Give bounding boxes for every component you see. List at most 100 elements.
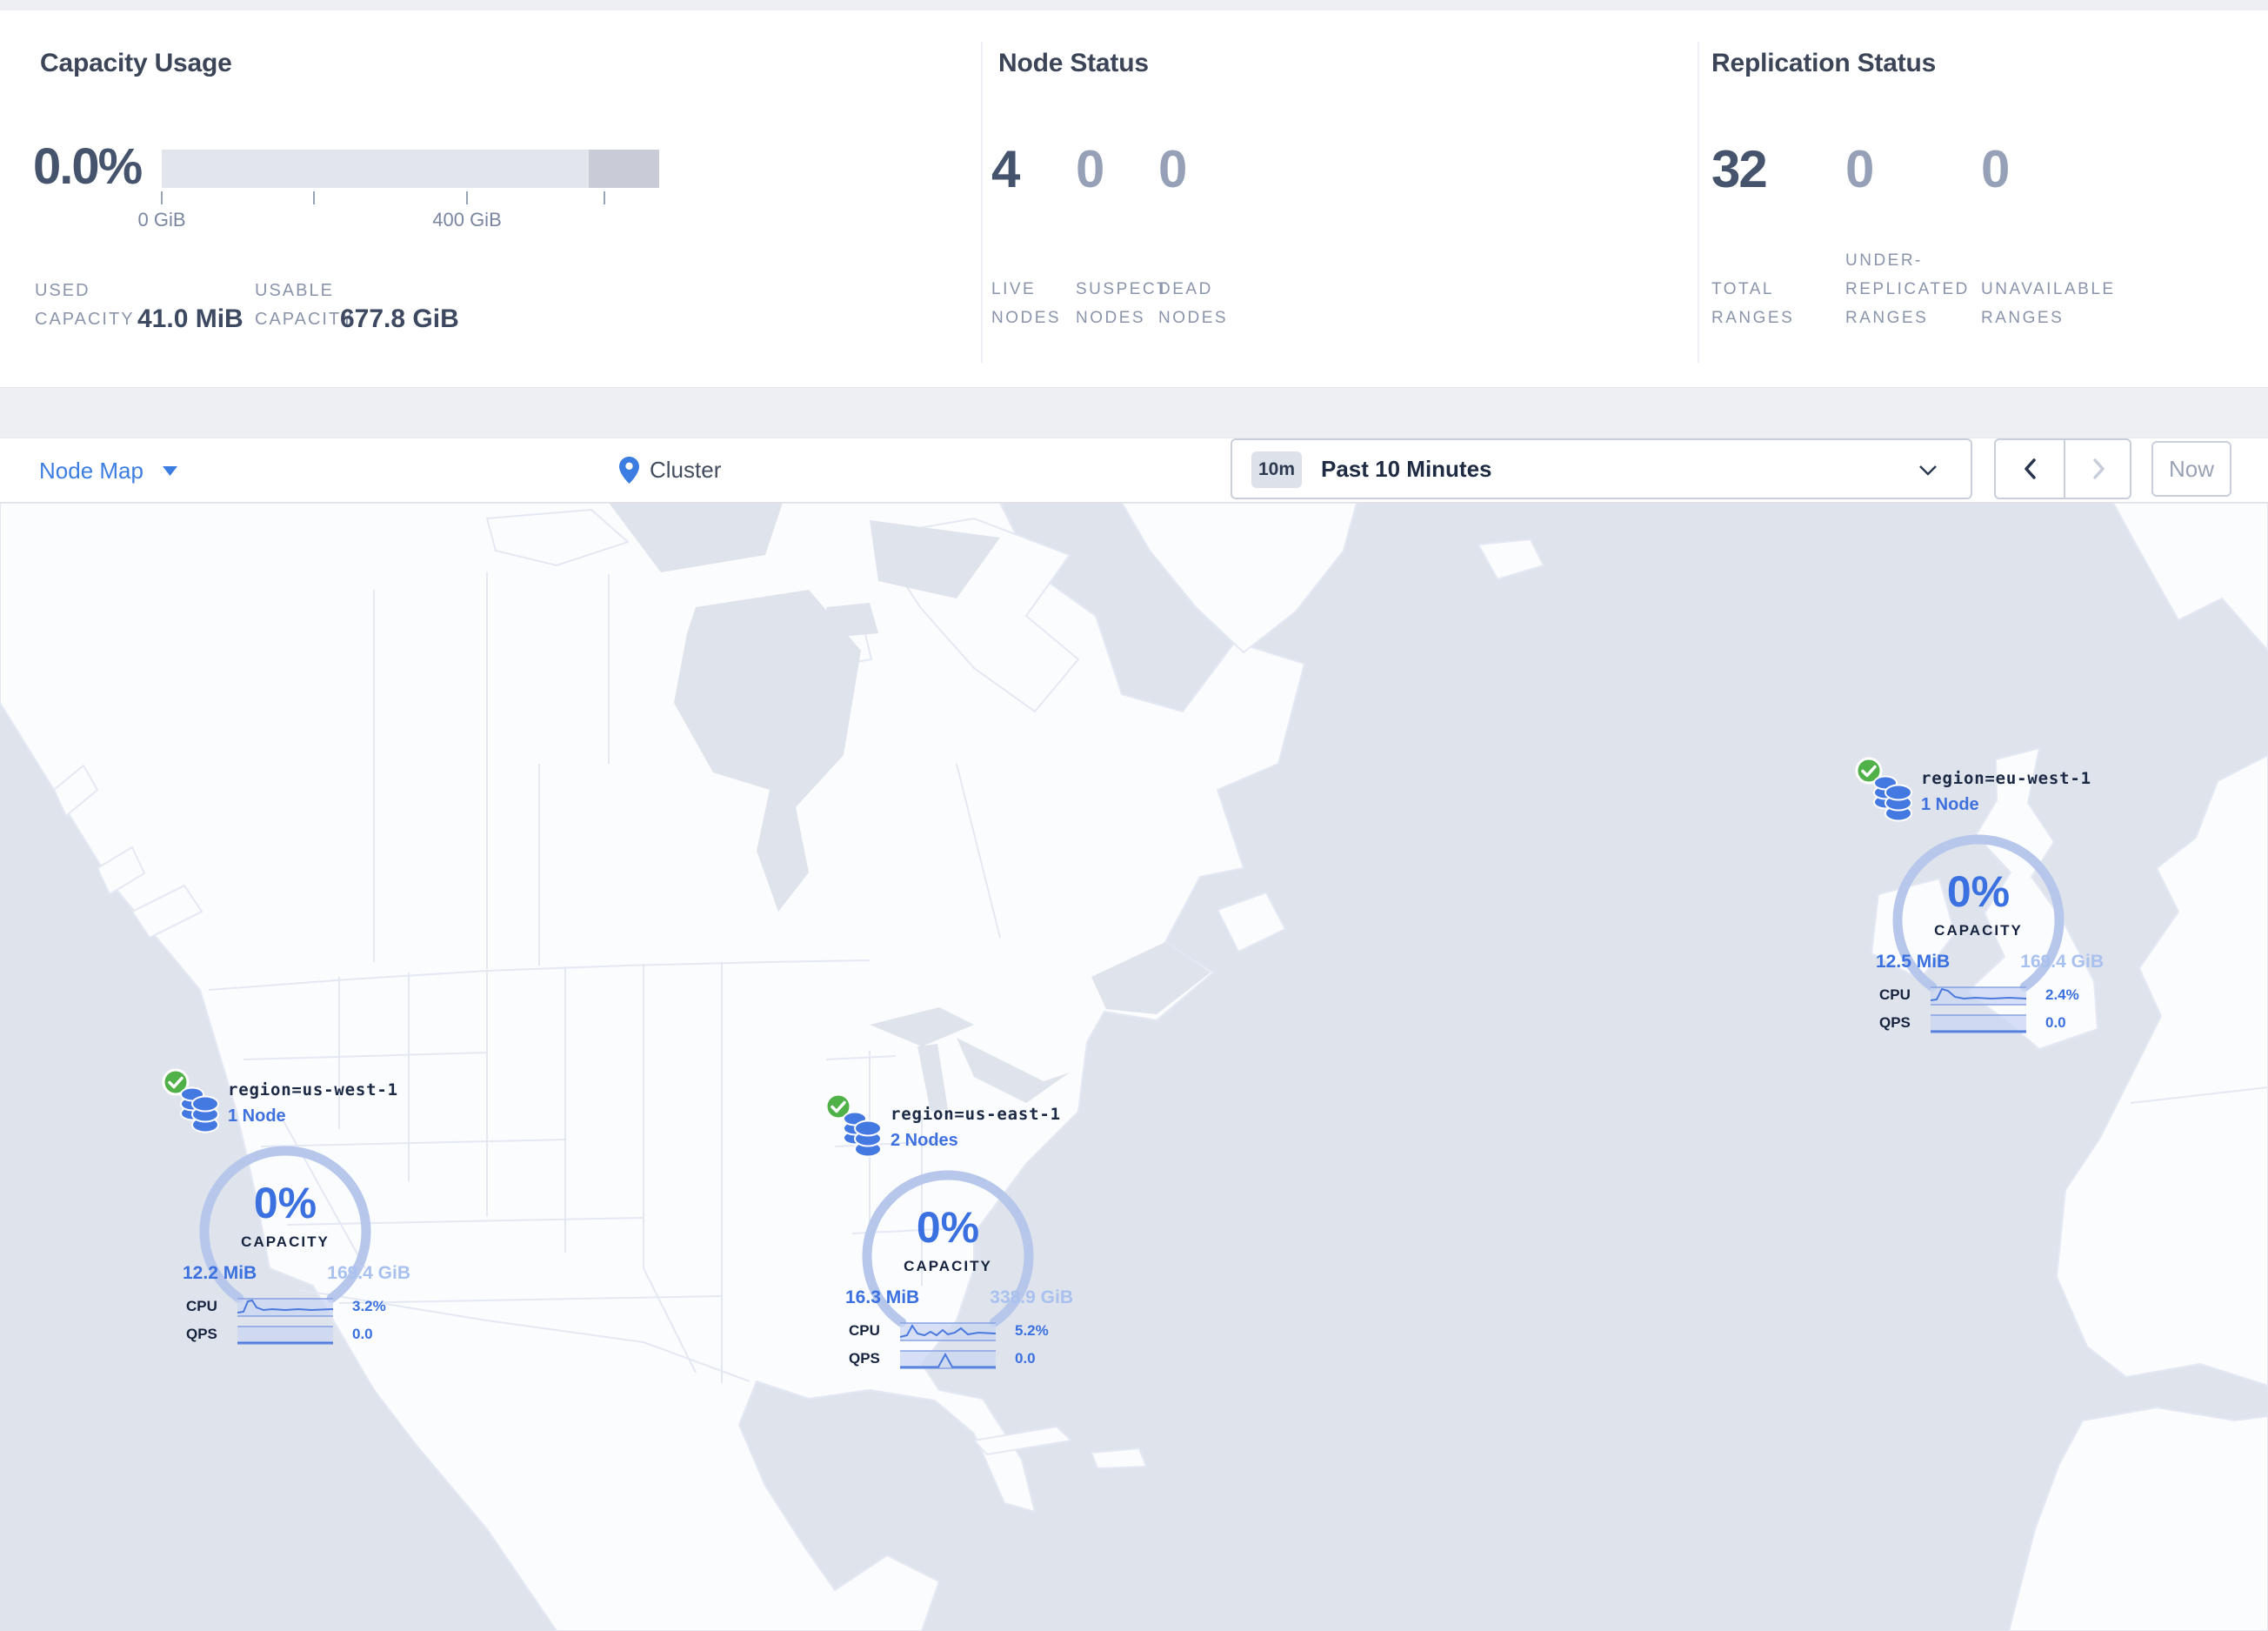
region-cpu-row: CPU 5.2% [824, 1320, 1077, 1345]
unavailable-label: UNAVAILABLE RANGES [1981, 280, 2116, 327]
qps-value: 0.0 [2045, 1014, 2066, 1031]
capacity-usage-title: Capacity Usage [40, 49, 232, 77]
capacity-bar [162, 150, 659, 188]
panel-divider [981, 42, 983, 363]
region-capacity-percent: 0% [1946, 867, 2011, 916]
total-ranges-label: TOTAL RANGES [1711, 280, 1795, 327]
chevron-down-icon [162, 465, 177, 476]
live-nodes-count: 4 [991, 140, 1020, 198]
chevron-down-icon [1919, 465, 1937, 476]
region-capacity-percent: 0% [253, 1179, 317, 1227]
view-selector-dropdown[interactable]: Node Map [39, 452, 177, 489]
cpu-label: CPU [849, 1322, 880, 1339]
cpu-value: 3.2% [352, 1298, 386, 1314]
region-capacity-values: 12.5 MiB 169.4 GiB [1855, 952, 2107, 976]
qps-label: QPS [186, 1326, 217, 1342]
breadcrumb-label: Cluster [650, 456, 722, 483]
chevron-left-icon [2025, 458, 2036, 479]
now-button[interactable]: Now [2151, 441, 2231, 497]
qps-value: 0.0 [352, 1326, 373, 1342]
node-map-canvas[interactable] [0, 503, 2268, 1631]
region-marker-eu-west-1[interactable]: region=eu-west-1 1 Node 0% CAPACITY 12.5… [1855, 757, 2107, 1044]
region-marker-header: region=us-west-1 1 Node [228, 1080, 398, 1126]
cpu-sparkline [1931, 986, 2026, 1006]
replication-status-title: Replication Status [1711, 49, 1937, 77]
region-node-count: 1 Node [228, 1106, 286, 1126]
qps-sparkline [900, 1350, 996, 1369]
dead-nodes-count: 0 [1158, 140, 1187, 198]
region-capacity-values: 16.3 MiB 338.9 GiB [824, 1287, 1077, 1312]
axis-tick [466, 191, 468, 204]
region-cpu-row: CPU 3.2% [162, 1296, 414, 1320]
panel-divider [1698, 42, 1699, 363]
node-map-page: Capacity Usage 0.0% 0 GiB 400 GiB USED C… [0, 0, 2268, 1631]
region-used-capacity: 12.5 MiB [1876, 952, 1951, 972]
total-ranges-count: 32 [1711, 140, 1768, 198]
region-marker-us-west-1[interactable]: region=us-west-1 1 Node 0% CAPACITY 12.2… [162, 1068, 414, 1355]
region-usable-capacity: 169.4 GiB [2020, 952, 2104, 972]
region-capacity-label: CAPACITY [1934, 922, 2023, 939]
cpu-label: CPU [1879, 986, 1911, 1003]
cpu-sparkline [900, 1322, 996, 1341]
world-map [0, 503, 2268, 1631]
live-nodes-label: LIVE NODES [991, 280, 1062, 327]
qps-sparkline [1931, 1014, 2026, 1033]
region-capacity-values: 12.2 MiB 169.4 GiB [162, 1263, 414, 1287]
qps-label: QPS [849, 1350, 880, 1367]
breadcrumb[interactable]: Cluster [619, 447, 721, 492]
view-selector-label: Node Map [39, 457, 143, 484]
time-back-button[interactable] [1996, 440, 2064, 498]
time-range-dropdown[interactable]: 10m Past 10 Minutes [1231, 438, 1972, 499]
axis-tick [604, 191, 605, 204]
qps-value: 0.0 [1015, 1350, 1036, 1367]
region-name: region=us-east-1 [891, 1105, 1061, 1124]
capacity-percent: 0.0% [33, 138, 143, 195]
region-used-capacity: 12.2 MiB [183, 1263, 257, 1283]
axis-tick-label: 0 GiB [137, 209, 186, 231]
cluster-summary-band: Capacity Usage 0.0% 0 GiB 400 GiB USED C… [0, 10, 2268, 388]
cpu-value: 5.2% [1015, 1322, 1049, 1339]
region-qps-row: QPS 0.0 [162, 1324, 414, 1348]
usable-capacity-value: 677.8 GiB [340, 304, 459, 333]
region-marker-header: region=us-east-1 2 Nodes [891, 1105, 1061, 1151]
node-status-title: Node Status [998, 49, 1149, 77]
region-capacity-percent: 0% [916, 1203, 980, 1252]
used-capacity-label: USED CAPACITY [35, 281, 135, 329]
cpu-value: 2.4% [2045, 986, 2079, 1003]
qps-sparkline [237, 1326, 333, 1345]
region-marker-header: region=eu-west-1 1 Node [1921, 769, 2091, 815]
chevron-right-icon [2093, 458, 2105, 479]
qps-label: QPS [1879, 1014, 1911, 1031]
region-capacity-label: CAPACITY [241, 1233, 330, 1250]
region-cpu-row: CPU 2.4% [1855, 985, 2107, 1009]
region-marker-us-east-1[interactable]: region=us-east-1 2 Nodes 0% CAPACITY 16.… [824, 1093, 1077, 1380]
region-qps-row: QPS 0.0 [824, 1348, 1077, 1373]
region-name: region=eu-west-1 [1921, 769, 2091, 788]
region-qps-row: QPS 0.0 [1855, 1013, 2107, 1037]
dead-nodes-label: DEAD NODES [1158, 280, 1229, 327]
region-usable-capacity: 169.4 GiB [327, 1263, 410, 1283]
axis-tick-label: 400 GiB [432, 209, 502, 231]
cpu-sparkline [237, 1298, 333, 1317]
suspect-nodes-count: 0 [1076, 140, 1104, 198]
region-node-count: 2 Nodes [891, 1131, 958, 1150]
database-icon [843, 1111, 882, 1158]
axis-tick [313, 191, 315, 204]
time-range-badge: 10m [1251, 451, 1302, 488]
suspect-nodes-label: SUSPECT NODES [1076, 280, 1170, 327]
region-used-capacity: 16.3 MiB [845, 1287, 920, 1307]
map-pin-icon [619, 456, 639, 484]
region-capacity-label: CAPACITY [904, 1258, 992, 1274]
time-step-controls [1994, 438, 2131, 499]
time-forward-button[interactable] [2065, 440, 2133, 498]
used-capacity-value: 41.0 MiB [137, 304, 243, 333]
region-name: region=us-west-1 [228, 1080, 398, 1100]
axis-tick [161, 191, 163, 204]
database-icon [180, 1086, 219, 1133]
under-replicated-label: UNDER- REPLICATED RANGES [1845, 251, 1970, 327]
database-icon [1873, 775, 1912, 822]
unavailable-count: 0 [1981, 140, 2010, 198]
under-replicated-count: 0 [1845, 140, 1874, 198]
region-node-count: 1 Node [1921, 795, 1979, 814]
capacity-bar-reserved [589, 150, 659, 188]
